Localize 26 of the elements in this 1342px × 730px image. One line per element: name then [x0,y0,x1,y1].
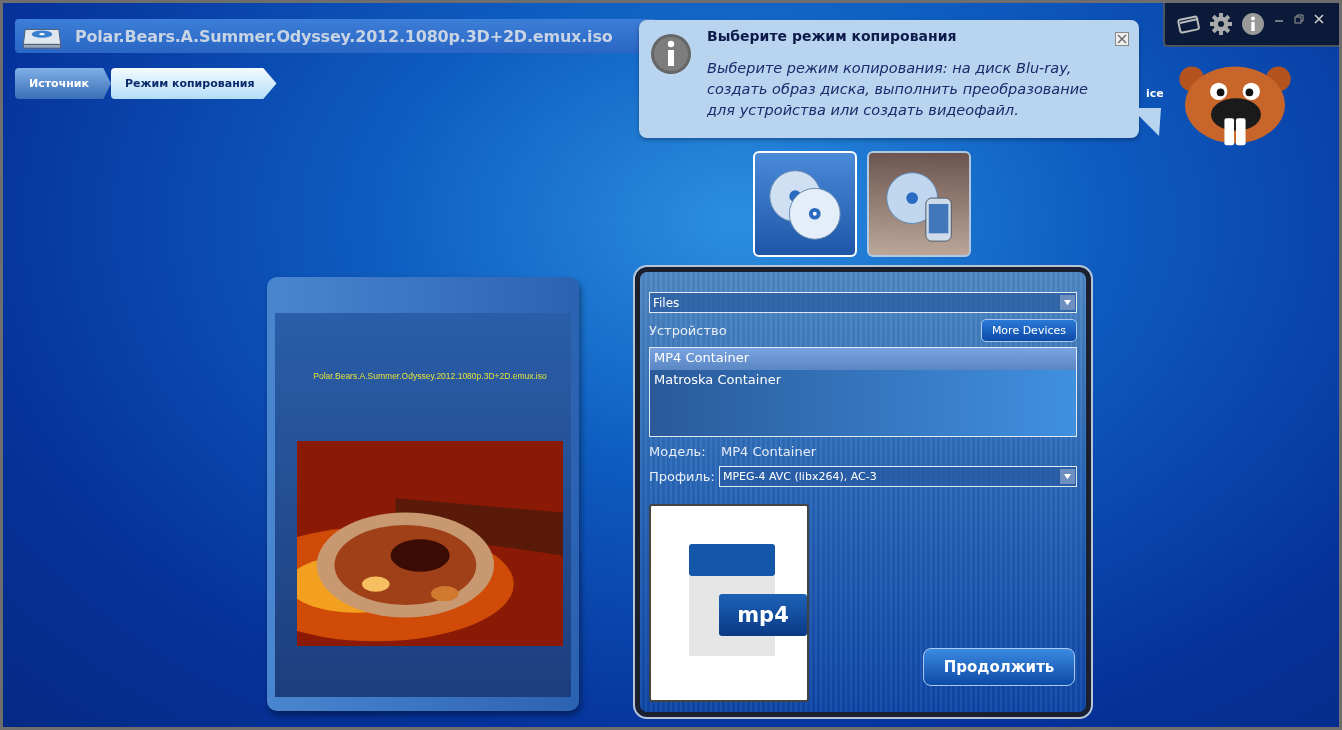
tooltip-title: Выберите режим копирования [707,28,958,44]
logo-text: ice [1146,87,1164,100]
format-badge: mp4 [719,594,807,636]
category-dropdown[interactable]: Files [649,292,1077,313]
caret-icon [1063,299,1072,306]
breadcrumb-tab[interactable]: Режим копирования [111,68,277,99]
model-value: MP4 Container [721,444,816,459]
copy-mode-button[interactable] [867,151,971,257]
disc-title: Polar.Bears.A.Summer.Odyssey.2012.1080p.3D+2D.emux.iso [75,26,613,46]
tooltip-text: Выберите режим копирования: на диск Blu-ray, создать образ диска, выполнить преобразование для устройства или создать видеофайл. [707,59,1090,120]
breadcrumb-tab[interactable]: Источник [15,68,111,99]
info-icon [649,32,693,76]
device-list-item[interactable]: MP4 Container [650,348,1076,370]
profile-dropdown[interactable]: MPEG-4 AVC (libx264), AC-3 [718,466,1077,487]
profile-label: Профиль: [649,469,715,484]
restore-icon[interactable] [1293,13,1305,25]
more-devices-button[interactable]: More Devices [980,319,1077,342]
close-icon[interactable] [1115,32,1129,46]
model-label: Модель: [649,444,707,459]
device-list-item[interactable]: Matroska Container [650,370,1076,392]
cover-title: Polar.Bears.A.Summer.Odyssey.2012.1080p.3D+2D.emux.iso [313,371,547,381]
continue-button[interactable]: Продолжить [923,648,1075,686]
close-icon[interactable] [1313,13,1325,25]
info-icon[interactable] [1241,12,1265,36]
device-label: Устройство [649,323,727,338]
caret-icon [1063,473,1072,480]
